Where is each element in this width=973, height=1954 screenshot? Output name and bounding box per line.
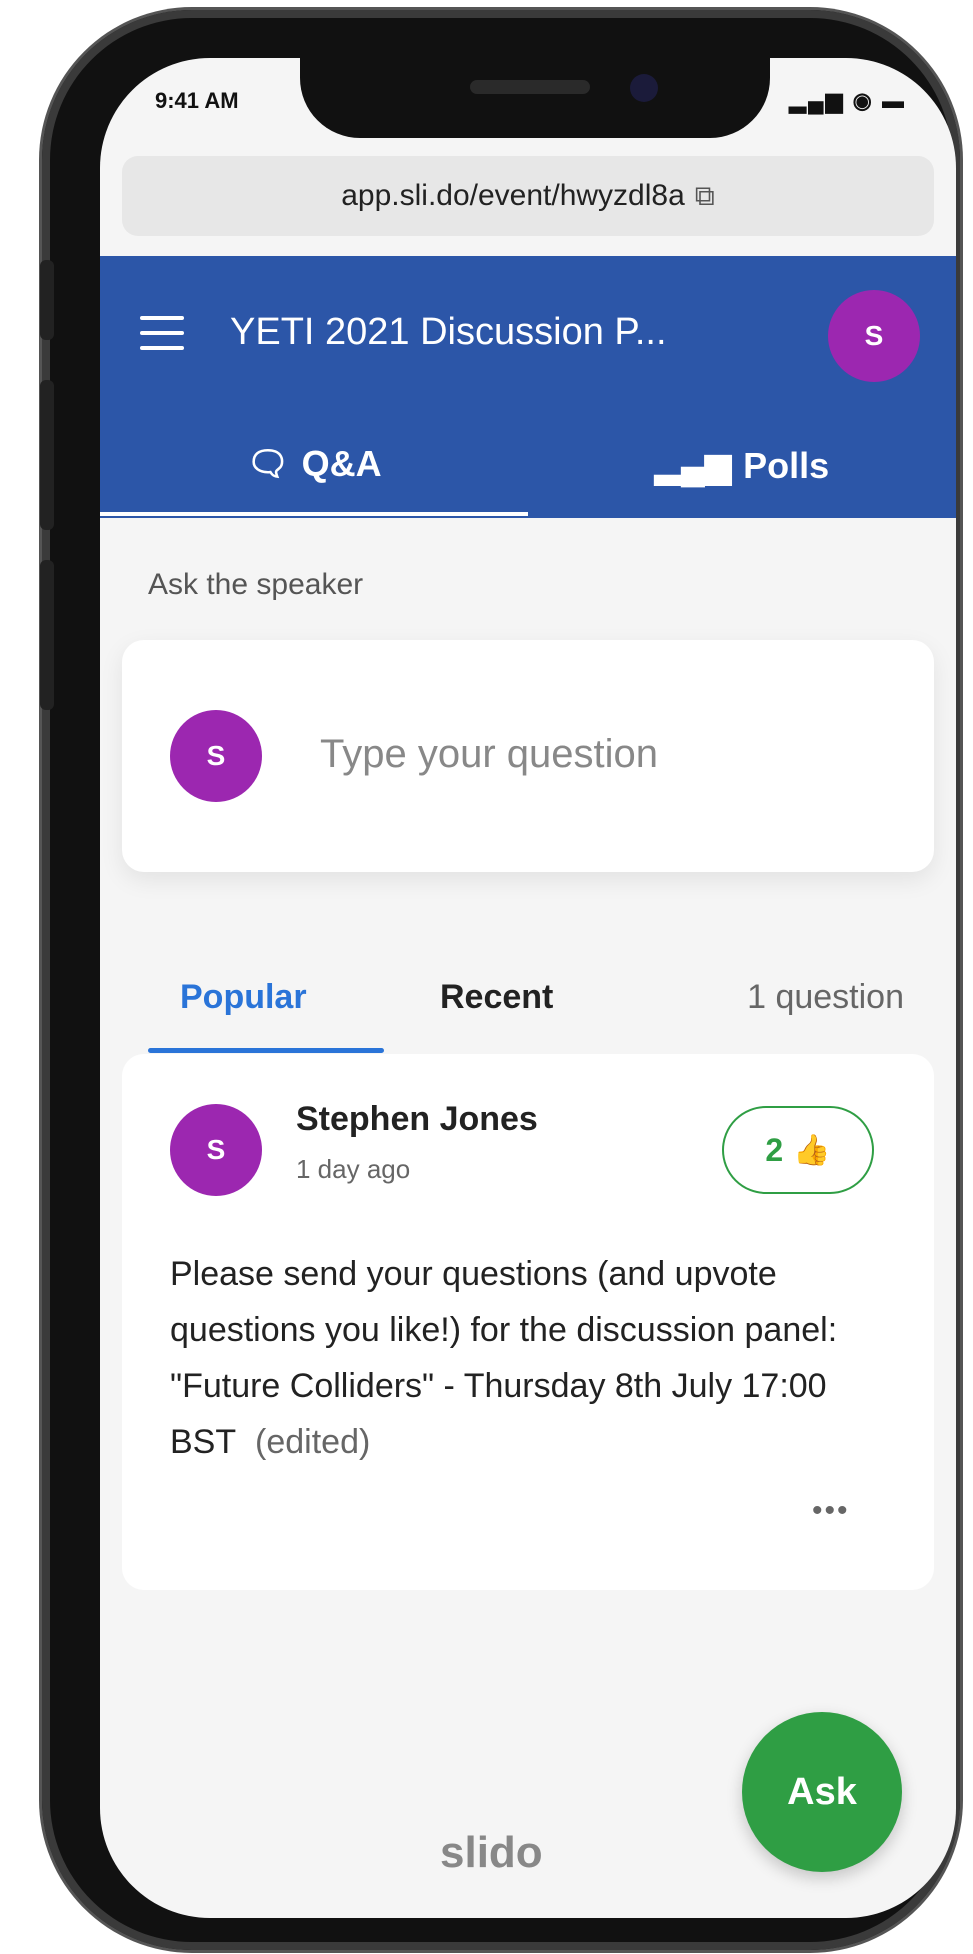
ask-speaker-label: Ask the speaker [148, 568, 364, 601]
question-card: S Stephen Jones 1 day ago 2 👍 Please sen… [122, 1054, 934, 1590]
hamburger-menu-icon[interactable] [140, 316, 184, 352]
author-name: Stephen Jones [296, 1100, 538, 1138]
avatar: S [170, 710, 262, 802]
bar-chart-icon: ▂▄▆ [654, 447, 732, 485]
tab-polls[interactable]: ▂▄▆ Polls [528, 416, 956, 516]
thumbs-up-icon: 👍 [793, 1133, 831, 1167]
user-avatar[interactable]: S [828, 290, 920, 382]
sort-tabs: Popular Recent 1 question [100, 958, 956, 1054]
volume-up-button [40, 380, 54, 530]
question-text-block: Please send your questions (and upvote q… [170, 1246, 890, 1470]
ask-button[interactable]: Ask [742, 1712, 902, 1872]
front-camera [630, 74, 658, 102]
edited-label: (edited) [255, 1423, 371, 1461]
question-input[interactable] [318, 718, 882, 790]
tab-popular[interactable]: Popular [180, 978, 307, 1017]
tab-qa[interactable]: 🗨 Q&A [100, 416, 528, 516]
tab-qa-label: Q&A [301, 443, 382, 484]
event-title: YETI 2021 Discussion P... [230, 311, 667, 353]
notch [300, 58, 770, 138]
more-options-icon[interactable]: ••• [812, 1494, 850, 1528]
speaker-grille [470, 80, 590, 94]
author-avatar: S [170, 1104, 262, 1196]
phone-screen: 9:41 AM ▂▄▆ ◉ ▬ app.sli.do/event/hwyzdl8… [100, 58, 956, 1918]
app-bar: YETI 2021 Discussion P... S 🗨 Q&A ▂▄▆ Po… [100, 256, 956, 518]
copy-icon[interactable]: ⧉ [695, 180, 715, 213]
status-icons: ▂▄▆ ◉ ▬ [789, 88, 906, 113]
tab-recent[interactable]: Recent [440, 978, 553, 1017]
timestamp: 1 day ago [296, 1154, 411, 1184]
question-input-card[interactable]: S [122, 640, 934, 872]
status-time: 9:41 AM [155, 88, 239, 113]
upvote-count: 2 [765, 1131, 784, 1168]
chat-icon: 🗨 [246, 445, 290, 483]
tab-polls-label: Polls [743, 445, 830, 486]
upvote-button[interactable]: 2 👍 [722, 1106, 874, 1194]
active-tab-indicator [148, 1048, 384, 1053]
url-text: app.sli.do/event/hwyzdl8a [341, 179, 685, 212]
volume-down-button [40, 560, 54, 710]
question-count: 1 question [747, 978, 904, 1016]
mute-switch [40, 260, 54, 340]
slido-logo: slido [440, 1828, 543, 1877]
url-bar[interactable]: app.sli.do/event/hwyzdl8a ⧉ [122, 156, 934, 236]
